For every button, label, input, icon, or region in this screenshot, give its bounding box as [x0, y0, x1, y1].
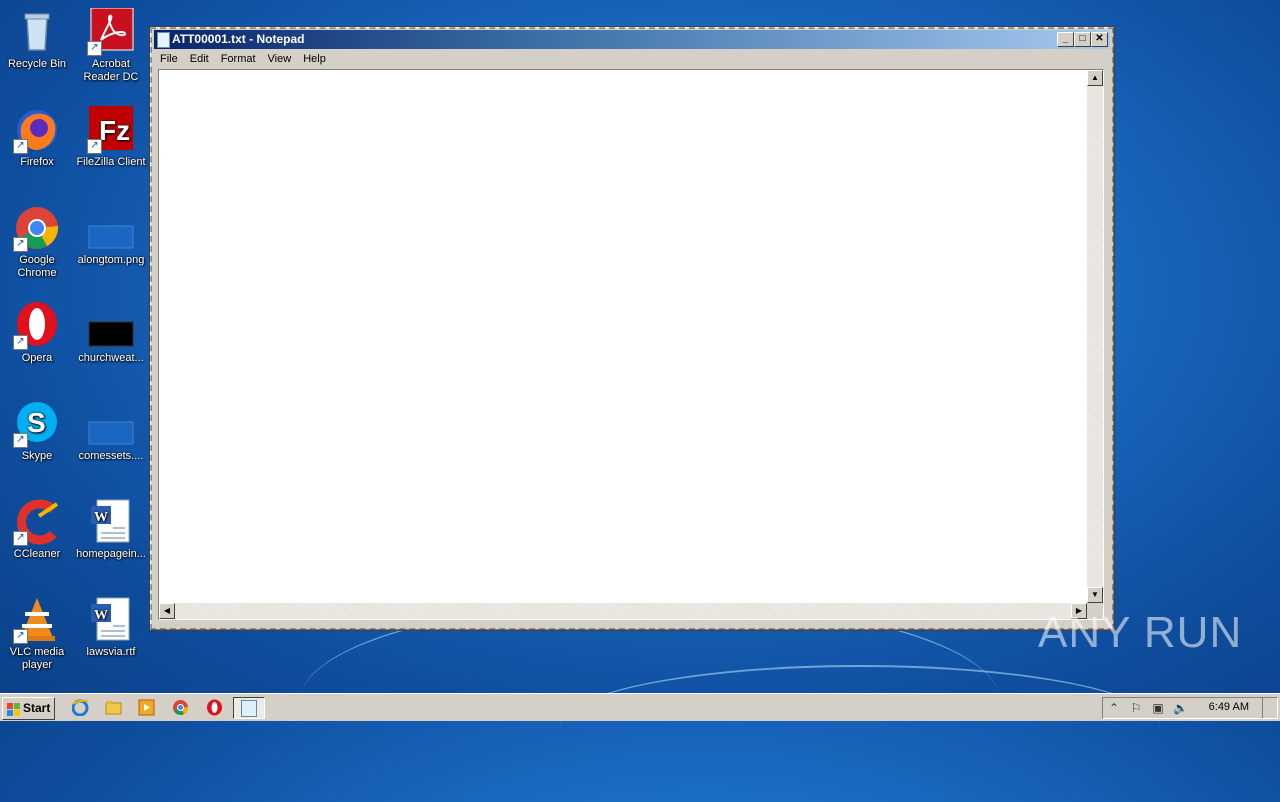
internet-explorer-icon[interactable]	[71, 699, 89, 717]
desktop-icon-skype[interactable]: S ↗ Skype	[0, 400, 74, 463]
filezilla-icon: Fz ↗	[87, 106, 135, 154]
window-title: ATT00001.txt - Notepad	[172, 32, 305, 46]
desktop-icon-churchweat[interactable]: churchweat...	[74, 302, 148, 365]
volume-icon[interactable]: 🔈	[1173, 701, 1188, 715]
opera-icon[interactable]	[206, 699, 223, 716]
notepad-window[interactable]: ATT00001.txt - Notepad _ □ ✕ File Edit For…	[149, 26, 1115, 631]
windows-flag-icon	[7, 702, 21, 716]
start-label: Start	[23, 701, 51, 715]
chrome-icon: ↗	[13, 204, 61, 252]
shortcut-arrow-icon: ↗	[13, 139, 28, 154]
menu-help[interactable]: Help	[297, 51, 332, 65]
minimize-button[interactable]: _	[1057, 32, 1074, 47]
wallpaper-streak	[560, 665, 1160, 787]
show-desktop-button[interactable]	[1262, 698, 1277, 718]
maximize-button[interactable]: □	[1074, 32, 1091, 47]
horizontal-scrollbar[interactable]: ◀ ▶	[159, 603, 1087, 619]
anyrun-watermark: ANY RUN	[1038, 608, 1243, 657]
png-file-icon	[87, 204, 135, 252]
show-hidden-icons-icon[interactable]: ⌃	[1107, 701, 1121, 715]
shortcut-arrow-icon: ↗	[13, 433, 28, 448]
vertical-scrollbar[interactable]: ▲ ▼	[1087, 70, 1103, 603]
desktop-icon-recycle-bin[interactable]: Recycle Bin	[0, 8, 74, 71]
desktop-icon-firefox[interactable]: ↗ Firefox	[0, 106, 74, 169]
acrobat-reader-icon: ↗	[87, 7, 135, 56]
explorer-folder-icon[interactable]	[105, 699, 122, 716]
system-tray: ⌃ ⚐ ▣ 🔈 6:49 AM	[1102, 697, 1278, 719]
shortcut-arrow-icon: ↗	[13, 237, 28, 252]
network-icon[interactable]: ▣	[1151, 701, 1165, 715]
window-titlebar[interactable]: ATT00001.txt - Notepad _ □ ✕	[154, 30, 1110, 49]
svg-text:S: S	[27, 407, 46, 438]
shortcut-arrow-icon: ↗	[87, 139, 102, 154]
desktop-icon-acrobat[interactable]: ↗ Acrobat Reader DC	[74, 7, 148, 84]
scroll-left-button[interactable]: ◀	[159, 603, 175, 619]
ccleaner-icon: ↗	[13, 498, 61, 546]
menu-edit[interactable]: Edit	[184, 51, 215, 65]
svg-text:W: W	[94, 608, 108, 623]
desktop-icon-filezilla[interactable]: Fz ↗ FileZilla Client	[74, 106, 148, 169]
shortcut-arrow-icon: ↗	[13, 531, 28, 546]
shortcut-arrow-icon: ↗	[13, 629, 28, 644]
media-player-icon[interactable]	[138, 699, 155, 716]
svg-text:W: W	[94, 510, 108, 525]
menu-format[interactable]: Format	[215, 51, 262, 65]
start-button[interactable]: Start	[2, 697, 55, 720]
clock[interactable]: 6:49 AM	[1209, 701, 1249, 713]
action-center-flag-icon[interactable]: ⚐	[1129, 701, 1143, 715]
scroll-down-button[interactable]: ▼	[1087, 587, 1103, 603]
desktop-icon-ccleaner[interactable]: ↗ CCleaner	[0, 498, 74, 561]
vlc-icon: ↗	[13, 596, 61, 644]
scroll-up-button[interactable]: ▲	[1087, 70, 1103, 86]
word-document-icon: W	[87, 498, 135, 546]
close-button[interactable]: ✕	[1091, 32, 1108, 47]
desktop-icon-lawsvia[interactable]: W lawsvia.rtf	[74, 596, 148, 659]
shortcut-arrow-icon: ↗	[87, 41, 102, 56]
image-file-icon	[87, 302, 135, 350]
desktop-icon-comessets[interactable]: comessets....	[74, 400, 148, 463]
desktop-icon-chrome[interactable]: ↗ Google Chrome	[0, 204, 74, 280]
word-document-icon: W	[87, 596, 135, 644]
recycle-bin-icon	[13, 8, 61, 56]
desktop-icon-alongtom[interactable]: alongtom.png	[74, 204, 148, 267]
image-file-icon	[87, 400, 135, 448]
skype-icon: S ↗	[13, 400, 61, 448]
desktop-icon-vlc[interactable]: ↗ VLC media player	[0, 596, 74, 672]
notepad-icon	[157, 32, 170, 48]
menu-file[interactable]: File	[154, 51, 184, 65]
text-editor[interactable]: ▲ ▼ ◀ ▶	[158, 69, 1104, 620]
menu-view[interactable]: View	[262, 51, 298, 65]
menu-bar: File Edit Format View Help	[154, 49, 1110, 67]
desktop-icon-homepagein[interactable]: W homepagein...	[74, 498, 148, 561]
svg-text:Fz: Fz	[99, 115, 130, 146]
desktop-icon-opera[interactable]: ↗ Opera	[0, 302, 74, 365]
notepad-icon	[241, 700, 257, 717]
firefox-icon: ↗	[13, 106, 61, 154]
chrome-icon[interactable]	[172, 699, 189, 716]
shortcut-arrow-icon: ↗	[13, 335, 28, 350]
taskbar: Start ⌃ ⚐ ▣ 🔈 6:49 AM	[0, 693, 1280, 721]
taskbar-notepad-button[interactable]	[233, 697, 265, 719]
opera-icon: ↗	[13, 302, 61, 350]
